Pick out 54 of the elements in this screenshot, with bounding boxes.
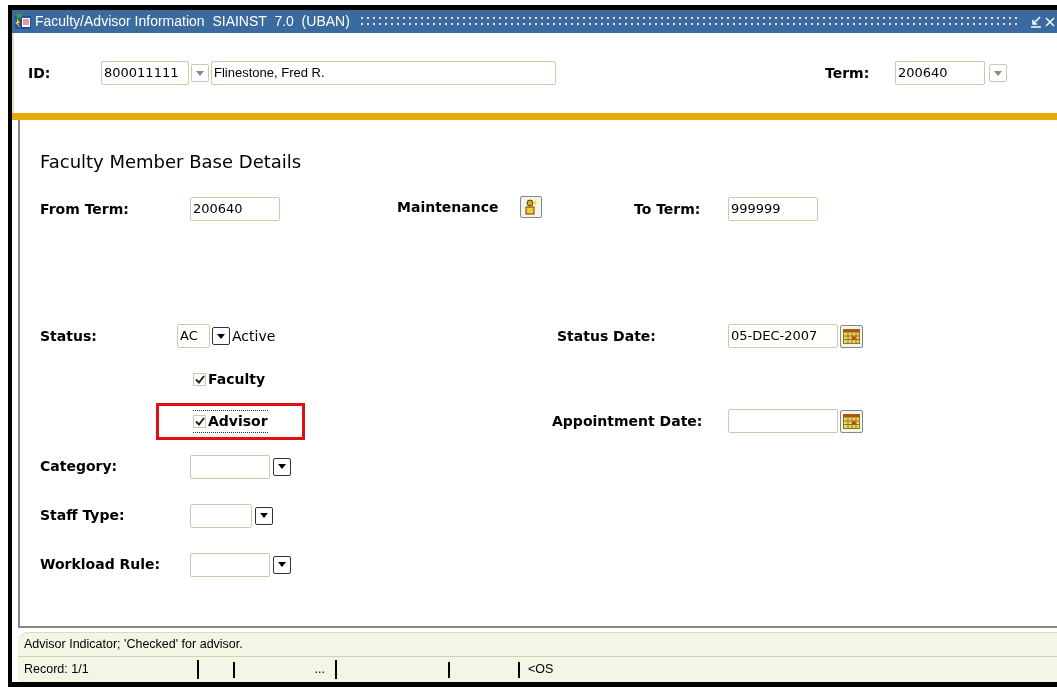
status-text: ...	[235, 660, 337, 679]
input-field[interactable]: Flinestone, Fred R.	[211, 61, 556, 85]
hint-text: Advisor Indicator; 'Checked' for advisor.	[24, 636, 243, 654]
input-field[interactable]: 999999	[728, 197, 818, 221]
app-icon	[14, 12, 32, 31]
field-label: Status:	[40, 326, 98, 346]
calendar-icon	[843, 413, 860, 429]
field-label: Staff Type:	[40, 506, 126, 525]
field-label: Maintenance	[397, 197, 500, 217]
checkbox-box[interactable]	[193, 414, 206, 428]
calendar-button[interactable]	[840, 409, 863, 433]
close-icon[interactable]	[1045, 16, 1055, 27]
field-label: Workload Rule:	[40, 555, 162, 574]
input-field[interactable]	[190, 454, 270, 479]
input-field[interactable]	[728, 409, 838, 433]
dropdown-button[interactable]	[255, 506, 273, 525]
caret-down-icon	[278, 562, 286, 567]
maintenance-button[interactable]	[520, 196, 542, 218]
mode-text: <OS	[528, 661, 554, 679]
checkbox-box[interactable]	[193, 372, 206, 386]
window-title: Faculty/Advisor Information SIAINST 7.0 (UBAN)	[35, 12, 350, 31]
field-label: To Term:	[634, 199, 702, 219]
input-field[interactable]: 800011111	[101, 61, 189, 85]
check-icon	[194, 416, 205, 426]
caret-down-icon	[260, 513, 268, 518]
dropdown-button[interactable]	[273, 555, 291, 574]
term-label: Term:	[825, 63, 871, 83]
minimize-icon[interactable]	[1030, 15, 1042, 28]
input-field[interactable]: 200640	[895, 61, 985, 85]
input-field[interactable]: 200640	[190, 197, 280, 221]
field-label: Appointment Date:	[552, 411, 704, 431]
id-label: ID:	[28, 63, 52, 83]
caret-down-icon	[196, 70, 204, 76]
input-field[interactable]: 05-DEC-2007	[728, 324, 838, 348]
record-count: Record: 1/1	[18, 660, 199, 679]
field-label: Status Date:	[557, 326, 657, 346]
person-icon	[524, 199, 538, 215]
input-field[interactable]	[190, 503, 252, 528]
calendar-icon	[843, 328, 860, 344]
field-label: From Term:	[40, 199, 130, 219]
checkbox[interactable]: Advisor	[193, 409, 268, 433]
dropdown-button[interactable]	[273, 457, 291, 476]
calendar-button[interactable]	[840, 324, 863, 348]
caret-down-icon	[994, 70, 1002, 76]
field-label: Category:	[40, 457, 119, 476]
section-title: Faculty Member Base Details	[40, 150, 303, 174]
check-icon	[194, 374, 205, 384]
caret-down-icon	[278, 464, 286, 469]
status-description: Active	[232, 326, 276, 346]
input-field[interactable]	[190, 552, 270, 577]
input-field[interactable]: AC	[177, 324, 210, 348]
checkbox[interactable]: Faculty	[193, 367, 266, 391]
dropdown-button[interactable]	[212, 327, 230, 345]
caret-down-icon	[217, 333, 225, 339]
